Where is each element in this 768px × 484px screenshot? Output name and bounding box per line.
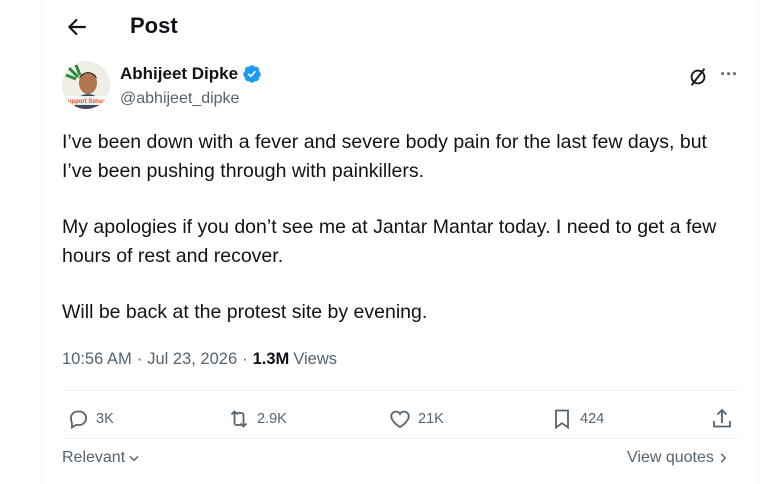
- divider: [62, 390, 740, 391]
- post-date[interactable]: Jul 23, 2026: [147, 350, 237, 369]
- views-count: 1.3M: [252, 350, 290, 368]
- share-button[interactable]: [710, 407, 734, 431]
- post-paragraph: Will be back at the protest site by even…: [62, 301, 428, 323]
- author-name[interactable]: Abhijeet Dipke: [120, 64, 238, 84]
- reply-count: 3K: [96, 411, 114, 427]
- chevron-right-icon: [720, 453, 727, 463]
- views-label: Views: [293, 350, 338, 368]
- reply-icon: [70, 410, 87, 430]
- avatar[interactable]: Support Sonam: [62, 61, 110, 109]
- view-quotes-label: View quotes: [627, 449, 714, 466]
- sort-label: Relevant: [62, 449, 126, 466]
- divider: [62, 438, 740, 439]
- post-meta: 10:56 AM · Jul 23, 2026 · 1.3M Views: [62, 350, 337, 369]
- share-icon: [713, 408, 731, 428]
- verified-badge-icon: [243, 65, 261, 83]
- meta-separator: ·: [242, 350, 248, 368]
- bookmark-count: 424: [580, 411, 605, 427]
- heart-icon: [390, 410, 410, 429]
- view-quotes-link[interactable]: View quotes: [627, 449, 730, 467]
- like-button[interactable]: 21K: [388, 407, 444, 431]
- post-time[interactable]: 10:56 AM: [62, 350, 132, 369]
- grok-icon[interactable]: [687, 66, 709, 88]
- chevron-down-icon: [129, 455, 139, 462]
- sort-replies-dropdown[interactable]: Relevant: [62, 449, 141, 467]
- reply-button[interactable]: 3K: [66, 407, 114, 431]
- repost-icon: [230, 410, 248, 428]
- post-paragraph: I’ve been down with a fever and severe b…: [62, 131, 707, 182]
- repost-button[interactable]: 2.9K: [227, 407, 287, 431]
- like-count: 21K: [418, 411, 444, 427]
- avatar-banner-text: Support Sonam: [64, 99, 109, 105]
- back-arrow-icon[interactable]: [64, 14, 90, 40]
- more-options-icon[interactable]: ···: [720, 64, 742, 86]
- repost-count: 2.9K: [257, 411, 287, 427]
- bookmark-icon: [555, 409, 569, 430]
- post-paragraph: My apologies if you don’t see me at Jant…: [62, 216, 717, 267]
- post-text: I’ve been down with a fever and severe b…: [62, 128, 742, 355]
- post-column: Post Support Sonam Abhijeet Dipke @abhij…: [41, 0, 759, 484]
- page-title: Post: [130, 13, 178, 38]
- bookmark-button[interactable]: 424: [550, 407, 604, 431]
- author-handle[interactable]: @abhijeet_dipke: [120, 90, 239, 108]
- meta-separator: ·: [136, 350, 143, 368]
